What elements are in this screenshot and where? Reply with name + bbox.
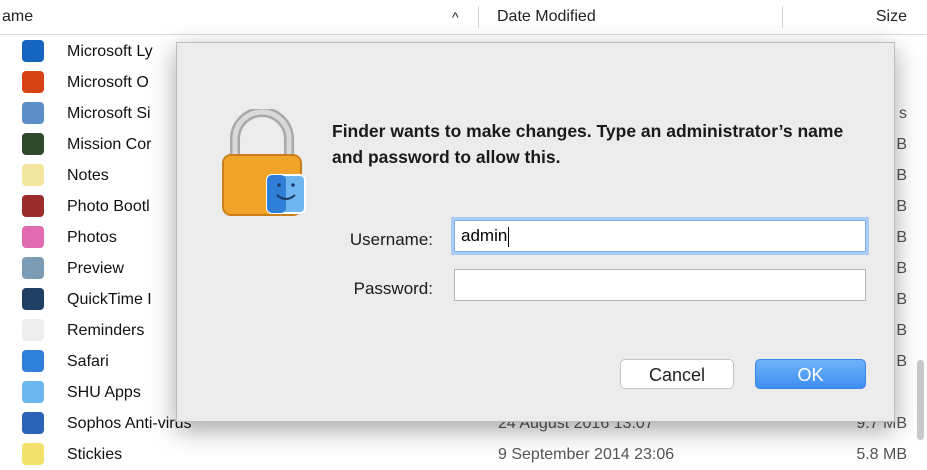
file-name: Microsoft Si [67, 105, 151, 122]
file-date-modified: 9 September 2014 23:06 [498, 446, 675, 463]
silverlight-icon [22, 102, 44, 124]
file-size: 5.8 MB [856, 446, 907, 463]
text-cursor [508, 226, 510, 247]
lock-icon [222, 109, 306, 216]
file-name: Sophos Anti-virus [67, 415, 192, 432]
scrollbar[interactable] [917, 360, 924, 440]
safari-icon [22, 350, 44, 372]
column-header: ame ^ Date Modified Size [0, 0, 927, 35]
dialog-message: Finder wants to make changes. Type an ad… [332, 121, 844, 167]
file-name: Reminders [67, 322, 145, 339]
file-name: Safari [67, 353, 109, 370]
file-name: Stickies [67, 446, 123, 463]
password-field[interactable] [454, 269, 866, 301]
file-size: B [896, 322, 907, 339]
username-label: Username: [349, 230, 433, 249]
file-size: B [896, 136, 907, 153]
file-name: Photos [67, 229, 117, 246]
stickies-icon [22, 443, 44, 465]
file-name: SHU Apps [67, 384, 141, 401]
name-column-header[interactable]: ame [2, 0, 33, 34]
ok-button[interactable]: OK [755, 359, 866, 389]
sort-ascending-icon[interactable]: ^ [452, 0, 459, 34]
photos-icon [22, 226, 44, 248]
reminders-icon [22, 319, 44, 341]
file-name: Preview [67, 260, 124, 277]
photo-booth-icon [22, 195, 44, 217]
file-name: Microsoft Ly [67, 43, 153, 60]
file-row[interactable]: Stickies 9 September 2014 23:06 5.8 MB [0, 439, 915, 470]
preview-icon [22, 257, 44, 279]
file-name: Microsoft O [67, 74, 149, 91]
folder-icon [22, 381, 44, 403]
file-size: B [896, 229, 907, 246]
date-modified-column-header[interactable]: Date Modified [497, 0, 596, 34]
password-label: Password: [353, 279, 433, 298]
lync-icon [22, 40, 44, 62]
column-divider[interactable] [478, 6, 479, 28]
file-size: B [896, 167, 907, 184]
file-size: B [896, 260, 907, 277]
authentication-dialog: Finder wants to make changes. Type an ad… [176, 42, 895, 422]
username-field[interactable]: admin [454, 220, 866, 252]
file-size: B [896, 291, 907, 308]
quicktime-icon [22, 288, 44, 310]
username-value: admin [461, 226, 508, 245]
notes-icon [22, 164, 44, 186]
file-size: B [896, 353, 907, 370]
file-size: B [896, 198, 907, 215]
column-divider[interactable] [782, 6, 783, 28]
file-name: QuickTime I [67, 291, 152, 308]
mission-control-icon [22, 133, 44, 155]
cancel-button[interactable]: Cancel [620, 359, 734, 389]
file-size: s [899, 105, 907, 122]
file-name: Mission Cor [67, 136, 152, 153]
file-name: Photo Bootl [67, 198, 150, 215]
sophos-icon [22, 412, 44, 434]
size-column-header[interactable]: Size [876, 0, 907, 34]
file-name: Notes [67, 167, 109, 184]
office-icon [22, 71, 44, 93]
